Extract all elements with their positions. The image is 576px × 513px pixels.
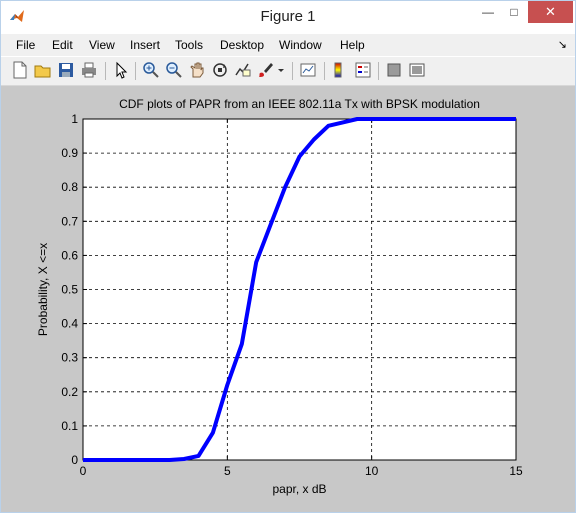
colorbar-icon[interactable] — [331, 61, 349, 79]
y-tick-label: 0.6 — [61, 248, 78, 262]
x-axis-label: papr, x dB — [272, 482, 326, 496]
x-tick-label: 15 — [509, 464, 523, 478]
close-button[interactable]: ✕ — [528, 1, 573, 23]
link-plot-icon[interactable] — [299, 61, 317, 79]
menu-bar: File Edit View Insert Tools Desktop Wind… — [1, 34, 575, 56]
y-tick-label: 0.5 — [61, 283, 78, 297]
pan-hand-icon[interactable] — [188, 61, 206, 79]
menu-help[interactable]: Help — [340, 34, 365, 56]
brush-icon[interactable] — [257, 61, 275, 79]
x-tick-label: 5 — [224, 464, 231, 478]
hide-plot-tools-icon[interactable] — [385, 61, 403, 79]
toolbar-separator — [105, 62, 106, 80]
y-tick-label: 0.8 — [61, 180, 78, 194]
y-tick-label: 1 — [71, 112, 78, 126]
x-tick-label: 0 — [80, 464, 87, 478]
toolbar-separator — [324, 62, 325, 80]
x-tick-label: 10 — [365, 464, 379, 478]
title-bar[interactable]: Figure 1 — □ ✕ — [1, 1, 575, 33]
menu-window[interactable]: Window — [279, 34, 322, 56]
y-tick-label: 0.3 — [61, 351, 78, 365]
maximize-button[interactable]: □ — [501, 1, 527, 23]
menu-desktop[interactable]: Desktop — [220, 34, 264, 56]
toolbar-separator — [378, 62, 379, 80]
menu-file[interactable]: File — [16, 34, 35, 56]
data-cursor-icon[interactable] — [234, 61, 252, 79]
new-figure-icon[interactable] — [11, 61, 29, 79]
show-plot-tools-icon[interactable] — [408, 61, 426, 79]
zoom-in-icon[interactable] — [142, 61, 160, 79]
dock-figure-icon[interactable]: ↘ — [558, 34, 567, 56]
y-tick-label: 0.2 — [61, 385, 78, 399]
y-tick-label: 0 — [71, 453, 78, 467]
toolbar-separator — [135, 62, 136, 80]
menu-tools[interactable]: Tools — [175, 34, 203, 56]
minimize-button[interactable]: — — [475, 1, 501, 23]
print-icon[interactable] — [80, 61, 98, 79]
rotate-3d-icon[interactable] — [211, 61, 229, 79]
y-tick-label: 0.7 — [61, 214, 78, 228]
y-tick-label: 0.4 — [61, 317, 78, 331]
save-icon[interactable] — [57, 61, 75, 79]
chart-title: CDF plots of PAPR from an IEEE 802.11a T… — [119, 97, 480, 111]
menu-view[interactable]: View — [89, 34, 115, 56]
y-tick-label: 0.9 — [61, 146, 78, 160]
toolbar-separator — [292, 62, 293, 80]
open-file-icon[interactable] — [34, 61, 52, 79]
y-tick-label: 0.1 — [61, 419, 78, 433]
pointer-icon[interactable] — [112, 61, 130, 79]
legend-icon[interactable] — [354, 61, 372, 79]
figure-toolbar — [1, 57, 575, 86]
brush-dropdown-icon[interactable] — [276, 61, 286, 79]
figure-window: Figure 1 — □ ✕ File Edit View Insert Too… — [0, 0, 576, 513]
zoom-out-icon[interactable] — [165, 61, 183, 79]
y-axis-label: Probability, X <=x — [36, 243, 50, 336]
menu-edit[interactable]: Edit — [52, 34, 73, 56]
menu-insert[interactable]: Insert — [130, 34, 160, 56]
cdf-line-chart[interactable]: CDF plots of PAPR from an IEEE 802.11a T… — [1, 86, 575, 512]
